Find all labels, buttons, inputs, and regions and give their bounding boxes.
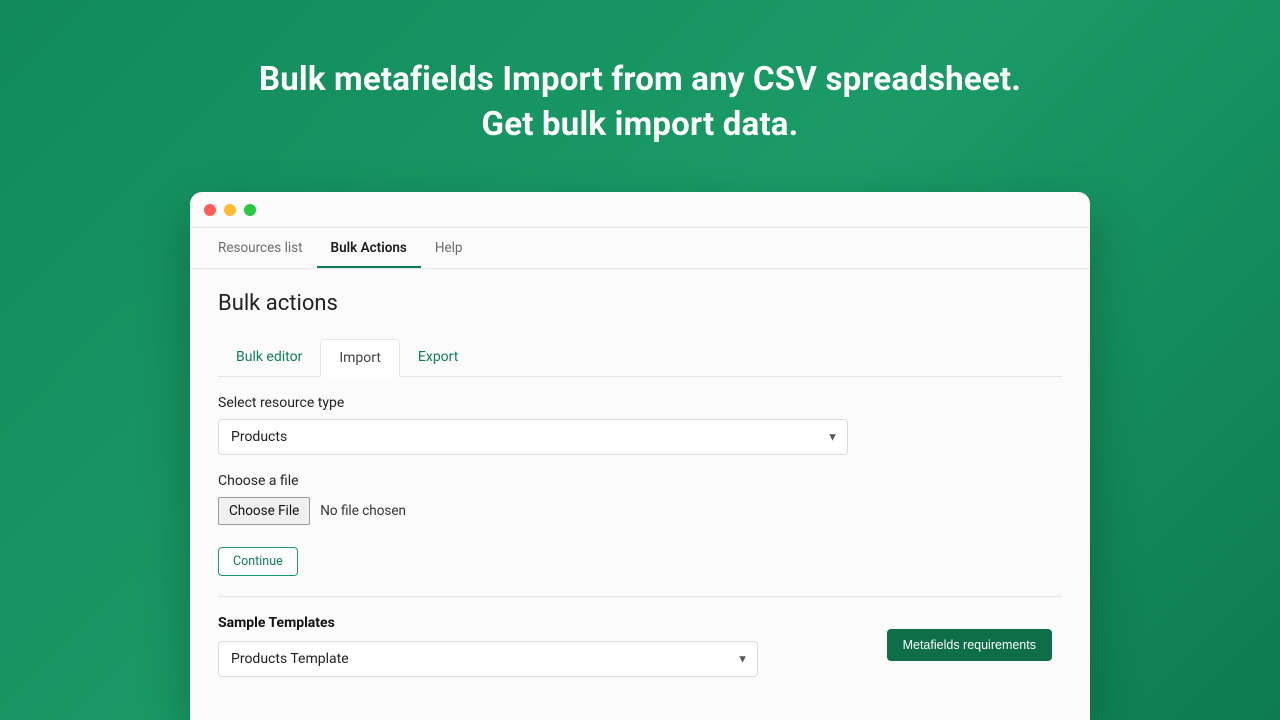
hero-line-2: Get bulk import data. — [0, 103, 1280, 148]
page-title: Bulk actions — [218, 291, 1062, 316]
hero-line-1: Bulk metafields Import from any CSV spre… — [0, 58, 1280, 103]
hero-headline: Bulk metafields Import from any CSV spre… — [0, 0, 1280, 147]
window-titlebar — [190, 192, 1090, 228]
tab-help[interactable]: Help — [421, 228, 477, 268]
metafields-requirements-button[interactable]: Metafields requirements — [887, 629, 1052, 661]
tab-bulk-actions[interactable]: Bulk Actions — [317, 228, 421, 268]
maximize-icon[interactable] — [244, 204, 256, 216]
import-panel: Select resource type Products ▼ Choose a… — [218, 377, 1062, 677]
choose-file-button[interactable]: Choose File — [218, 497, 310, 525]
continue-button[interactable]: Continue — [218, 547, 298, 576]
subtab-import[interactable]: Import — [320, 339, 400, 377]
sample-templates-col: Sample Templates Products Template ▼ — [218, 615, 758, 677]
minimize-icon[interactable] — [224, 204, 236, 216]
subtab-export[interactable]: Export — [400, 339, 476, 377]
resource-type-label: Select resource type — [218, 395, 1062, 411]
sample-template-select[interactable]: Products Template ▼ — [218, 641, 758, 677]
sample-templates-label: Sample Templates — [218, 615, 758, 631]
section-divider — [218, 596, 1062, 597]
resource-type-select[interactable]: Products ▼ — [218, 419, 848, 455]
file-label: Choose a file — [218, 473, 1062, 489]
tab-resources-list[interactable]: Resources list — [204, 228, 317, 268]
close-icon[interactable] — [204, 204, 216, 216]
top-tabs: Resources list Bulk Actions Help — [190, 228, 1090, 269]
sample-templates-row: Sample Templates Products Template ▼ Met… — [218, 615, 1062, 677]
file-status-text: No file chosen — [320, 503, 406, 519]
content-area: Bulk actions Bulk editor Import Export S… — [190, 269, 1090, 677]
resource-type-value: Products — [218, 419, 848, 455]
sub-tabs: Bulk editor Import Export — [218, 338, 1062, 377]
app-window: Resources list Bulk Actions Help Bulk ac… — [190, 192, 1090, 720]
subtab-bulk-editor[interactable]: Bulk editor — [218, 339, 320, 377]
hero-background: Bulk metafields Import from any CSV spre… — [0, 0, 1280, 720]
file-input-row: Choose File No file chosen — [218, 497, 1062, 525]
sample-template-value: Products Template — [218, 641, 758, 677]
